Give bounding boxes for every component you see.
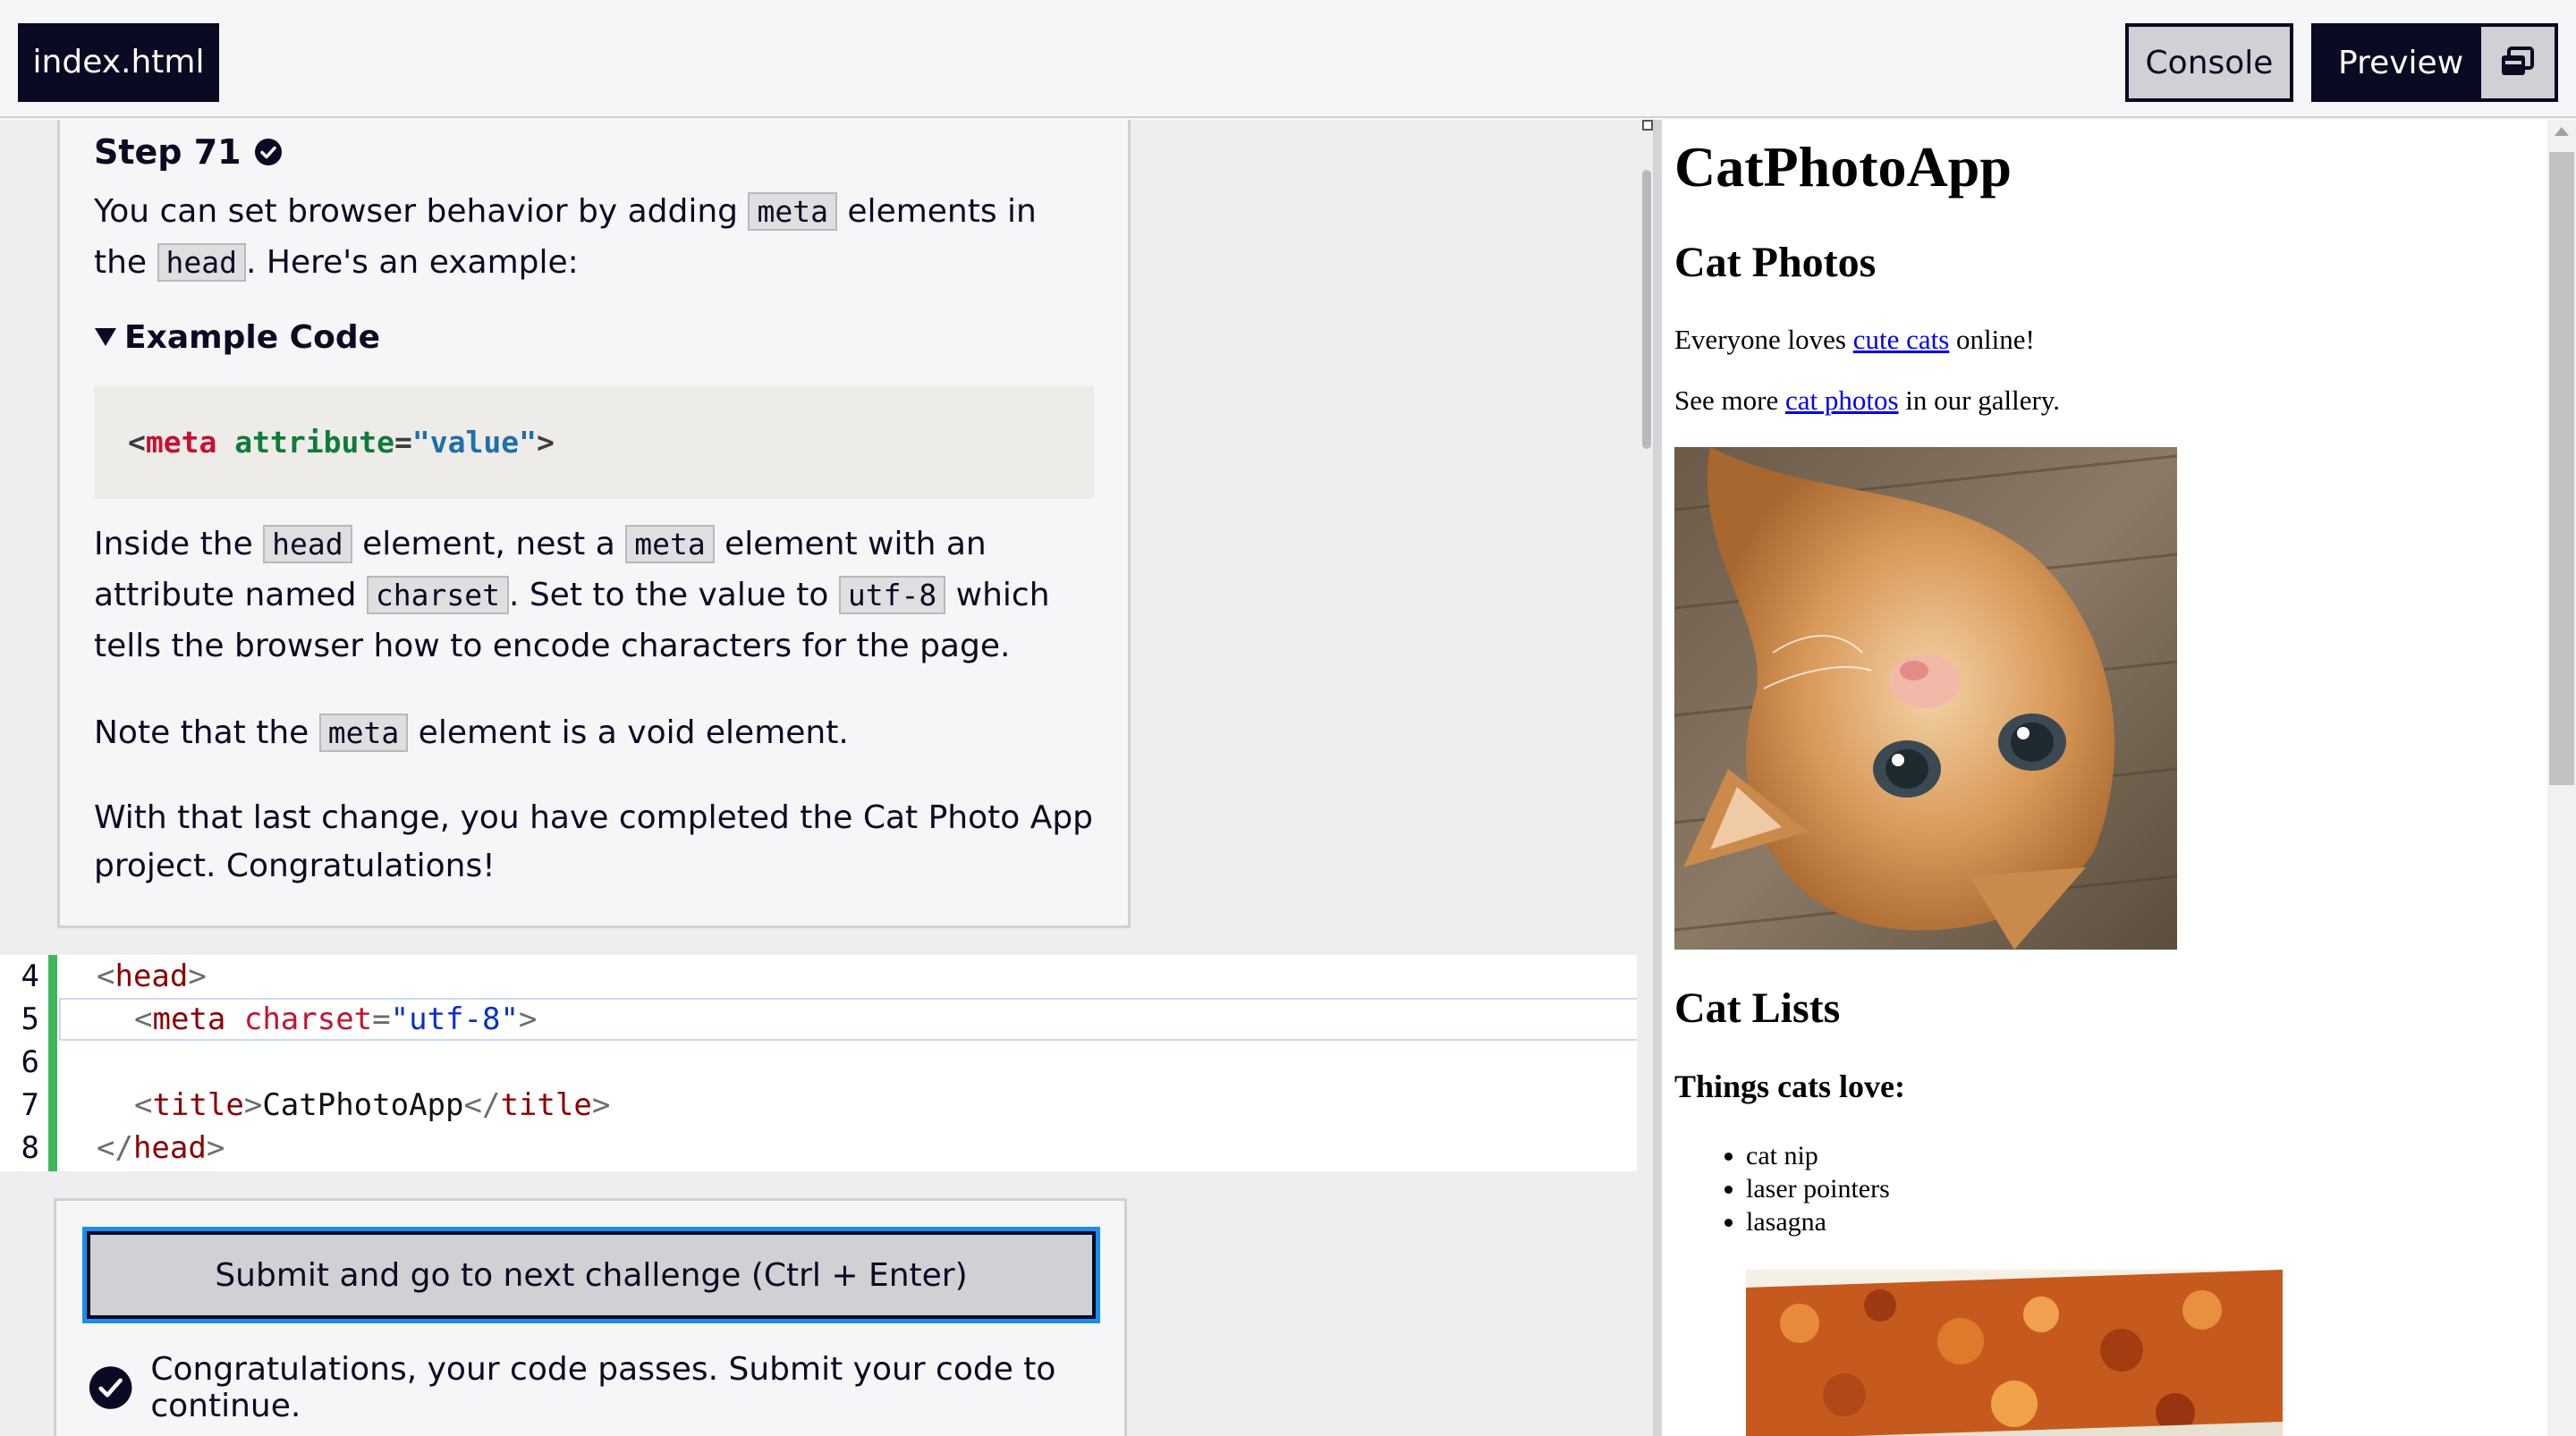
code-line[interactable]: </head> [97,1127,225,1170]
divider-grip-handle[interactable] [1642,120,1653,131]
things-cats-love-list: cat nip laser pointers lasagna [1746,1139,1890,1238]
inline-code: charset [366,576,509,614]
example-code-block: <meta attribute="value"> [94,386,1094,499]
code-line[interactable]: <head> [97,955,207,998]
list-item: cat nip [1746,1139,1890,1172]
code-line[interactable]: <meta charset="utf-8"> [134,998,537,1041]
lasagna-image[interactable] [1746,1270,2283,1436]
left-pane: Step 71 You can set browser behavior by … [0,120,1653,1436]
cute-cats-link[interactable]: cute cats [1853,324,1950,355]
list-item: laser pointers [1746,1172,1890,1205]
pass-message: Congratulations, your code passes. Submi… [150,1351,1056,1424]
instruction-paragraph-2: Inside the head element, nest a meta ele… [94,525,1050,664]
line-number: 7 [21,1087,39,1123]
instructions-panel: Step 71 You can set browser behavior by … [57,120,1131,928]
line-number: 8 [21,1130,39,1166]
example-code-toggle[interactable]: Example Code [94,313,1094,361]
inline-code: meta [748,192,837,231]
submit-next-challenge-button[interactable]: Submit and go to next challenge (Ctrl + … [82,1227,1100,1323]
popout-window-icon [2502,46,2534,75]
pass-message-row: Congratulations, your code passes. Submi… [89,1351,1124,1424]
scroll-up-arrow-icon[interactable] [2555,127,2569,136]
line-number: 5 [21,1001,39,1037]
code-editor[interactable]: 4 5 6 7 8 <head> <meta charset="utf-8"> … [0,955,1651,1171]
inline-code: head [263,525,352,563]
left-scrollbar-thumb[interactable] [1642,170,1651,449]
preview-popout-button[interactable] [2478,23,2558,102]
inline-code: head [157,243,247,282]
changed-lines-marker [48,955,57,1171]
step-title: Step 71 [94,129,1094,175]
example-code-label: Example Code [124,318,381,356]
instruction-paragraph-3: Note that the meta element is a void ele… [94,714,849,752]
preview-pane: CatPhotoApp Cat Photos Everyone loves cu… [1662,120,2576,1436]
inline-code: utf-8 [838,576,946,614]
list-item: lasagna [1746,1205,1890,1238]
preview-heading-things-cats-love: Things cats love: [1674,1069,1906,1104]
inline-code: meta [318,714,409,752]
cat-photo-image[interactable] [1674,447,2177,950]
preview-scrollbar-thumb[interactable] [2549,152,2574,785]
cat-photos-link[interactable]: cat photos [1785,384,1899,416]
pane-divider[interactable] [1653,120,1662,1436]
line-number: 6 [21,1044,39,1080]
code-line[interactable]: <title>CatPhotoApp</title> [134,1084,610,1127]
submit-panel: Submit and go to next challenge (Ctrl + … [54,1198,1127,1436]
preview-heading-cat-photos: Cat Photos [1674,239,1877,286]
inline-code: meta [625,525,715,563]
console-button[interactable]: Console [2125,23,2293,102]
check-circle-icon [254,139,282,165]
instruction-paragraph-4: With that last change, you have complete… [94,799,1094,884]
preview-heading-cat-lists: Cat Lists [1674,984,1841,1032]
top-bar: index.html Console Preview [0,0,2576,118]
preview-main-heading: CatPhotoApp [1674,135,2012,199]
line-number: 4 [21,959,39,994]
triangle-down-icon [95,328,116,346]
instruction-paragraph-1: You can set browser behavior by adding m… [94,192,1037,282]
file-tab-index-html[interactable]: index.html [18,23,219,102]
step-title-text: Step 71 [94,132,242,172]
preview-paragraph: Everyone loves cute cats online! [1674,324,2035,355]
check-circle-icon [89,1366,132,1409]
preview-paragraph: See more cat photos in our gallery. [1674,384,2061,416]
